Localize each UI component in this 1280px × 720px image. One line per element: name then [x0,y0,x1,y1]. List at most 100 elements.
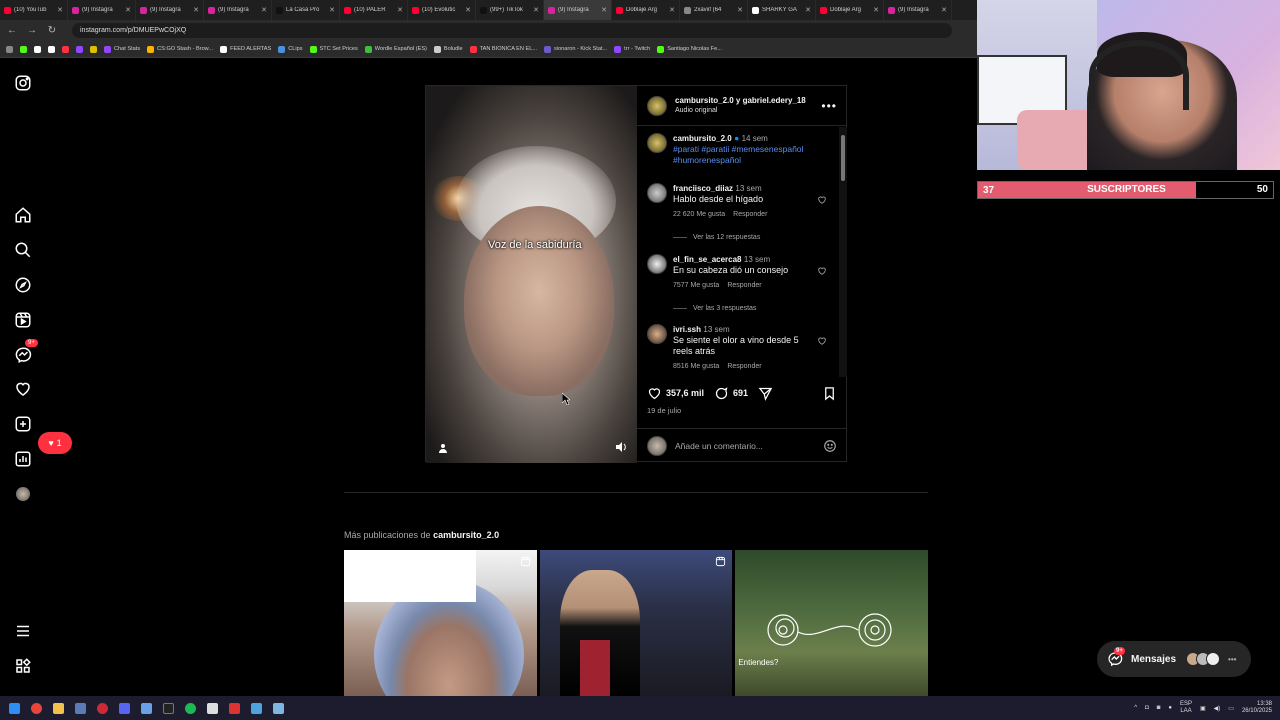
audio-label[interactable]: Audio original [675,106,813,116]
app-icon[interactable] [138,700,154,716]
browser-tab[interactable]: (99+) TikTok ✕ [476,0,544,20]
tray-icon[interactable]: ◘ [1145,705,1149,711]
close-tab-icon[interactable]: ✕ [329,6,335,14]
close-tab-icon[interactable]: ✕ [805,6,811,14]
comment-likes[interactable]: 7577 Me gusta [673,282,719,289]
home-icon[interactable] [12,204,34,226]
close-tab-icon[interactable]: ✕ [941,6,947,14]
bookmark-item[interactable]: Boludle [433,45,463,53]
like-count[interactable]: 357,6 mil [666,388,704,398]
reel-video[interactable]: Voz de la sabiduría [426,86,637,463]
notifications-icon[interactable] [12,378,34,400]
caption-user[interactable]: cambursito_2.0 [673,134,732,143]
post-thumbnail[interactable] [539,550,733,696]
messenger-icon[interactable]: 9+ [12,339,38,366]
app-icon[interactable] [270,700,286,716]
search-icon[interactable] [12,239,34,261]
messages-button[interactable]: 9+ Mensajes ••• [1097,641,1251,677]
clock[interactable]: 13:38 26/10/2025 [1242,701,1272,715]
url-field[interactable]: instagram.com/p/DMUEPwCOjXQ [72,23,952,38]
close-tab-icon[interactable]: ✕ [465,6,471,14]
browser-tab[interactable]: (9) Instagra ✕ [68,0,136,20]
close-tab-icon[interactable]: ✕ [125,6,131,14]
close-tab-icon[interactable]: ✕ [397,6,403,14]
battery-icon[interactable]: ▭ [1228,705,1234,712]
profile-avatar[interactable] [12,483,34,505]
view-replies[interactable]: Ver las 12 respuestas [673,234,760,241]
app-icon[interactable] [204,700,220,716]
close-tab-icon[interactable]: ✕ [737,6,743,14]
chrome-icon[interactable] [28,700,44,716]
comment-user[interactable]: franciisco_diiaz [673,184,733,193]
reels-icon[interactable] [12,309,34,331]
comment-likes[interactable]: 22 620 Me gusta [673,211,725,218]
commenter-avatar[interactable] [647,183,667,203]
bookmark-item[interactable]: FEED ALERTAS [220,45,271,53]
browser-tab[interactable]: La Casa Pro ✕ [272,0,340,20]
tray-icon[interactable]: ◙ [1157,705,1161,711]
bookmark-item[interactable]: TAN BIONICA EN EL... [469,45,537,53]
discord-icon[interactable] [116,700,132,716]
author-avatar[interactable] [647,95,667,116]
share-icon[interactable] [758,386,773,401]
browser-tab[interactable]: (10) Evolutic ✕ [408,0,476,20]
like-icon[interactable] [647,386,662,401]
bookmark-icon[interactable] [90,45,97,53]
browser-tab[interactable]: (10) PALER ✕ [340,0,408,20]
post-thumbnail[interactable]: Entiendes? [735,550,929,696]
steam-icon[interactable] [72,700,88,716]
like-comment-icon[interactable] [817,195,827,205]
tagged-user-icon[interactable] [438,443,448,453]
close-tab-icon[interactable]: ✕ [261,6,267,14]
bookmark-icon[interactable] [48,45,55,53]
volume-icon[interactable] [615,441,627,453]
comment-icon[interactable] [714,386,729,401]
bookmark-item[interactable]: CS:GO Stash - Brow... [147,45,213,53]
explore-icon[interactable] [12,274,34,296]
reply-button[interactable]: Responder [727,282,761,289]
caption-avatar[interactable] [647,133,667,153]
forward-icon[interactable]: → [26,25,38,36]
comment-likes[interactable]: 8516 Me gusta [673,363,719,370]
language-indicator[interactable]: ESP LAA [1180,701,1192,715]
also-from-meta-icon[interactable] [12,655,34,677]
spotify-icon[interactable] [182,700,198,716]
close-tab-icon[interactable]: ✕ [57,6,63,14]
bookmark-item[interactable]: Wordle Español (ES) [364,45,427,53]
add-comment-input[interactable]: Añade un comentario... [675,441,763,451]
bookmark-item[interactable]: STC Set Prices [309,45,358,53]
network-icon[interactable]: ▣ [1200,705,1206,712]
commenter-avatar[interactable] [647,324,667,344]
app-icon[interactable] [160,700,176,716]
browser-tab[interactable]: SHARKY GA ✕ [748,0,816,20]
create-icon[interactable] [12,413,34,435]
file-explorer-icon[interactable] [50,700,66,716]
save-icon[interactable] [822,386,837,401]
bookmark-item[interactable]: Chat Stats [104,45,140,53]
comment-user[interactable]: ivri.ssh [673,325,701,334]
browser-tab[interactable]: (9) Instagra ✕ [884,0,952,20]
comment-user[interactable]: el_fin_se_acerca8 [673,255,742,264]
reply-button[interactable]: Responder [733,211,767,218]
reply-button[interactable]: Responder [727,363,761,370]
close-tab-icon[interactable]: ✕ [601,6,607,14]
tray-icon[interactable]: ● [1168,705,1172,711]
bookmark-icon[interactable] [34,45,41,53]
instagram-logo-icon[interactable] [12,72,34,94]
emoji-icon[interactable] [823,439,837,453]
back-icon[interactable]: ← [6,25,18,36]
bookmark-item[interactable]: Santiago Nicolas Fe... [657,45,722,53]
dashboard-icon[interactable] [12,448,34,470]
post-thumbnail[interactable] [344,550,537,696]
notifications-pill[interactable]: ♥ 1 [38,432,72,454]
browser-tab[interactable]: Doblaje Arg ✕ [612,0,680,20]
windows-start-icon[interactable] [6,700,22,716]
close-tab-icon[interactable]: ✕ [533,6,539,14]
close-tab-icon[interactable]: ✕ [669,6,675,14]
bookmark-item[interactable]: trr - Twitch [614,45,650,53]
bookmark-icon[interactable] [20,45,27,53]
browser-tab[interactable]: (9) Instagra ✕ [136,0,204,20]
more-options-icon[interactable]: ••• [821,99,837,113]
post-authors[interactable]: cambursito_2.0 y gabriel.edery_18 [675,96,806,105]
browser-tab[interactable]: Doblaje Arg ✕ [816,0,884,20]
